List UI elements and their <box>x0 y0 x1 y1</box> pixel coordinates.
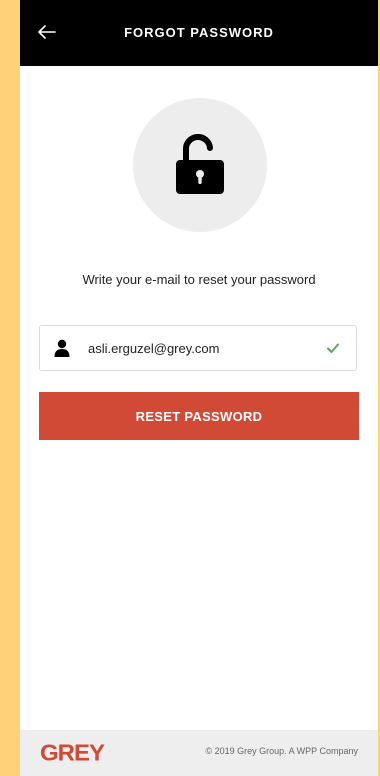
unlocked-padlock-icon <box>176 134 224 194</box>
page-title: FORGOT PASSWORD <box>124 25 274 40</box>
reset-password-button[interactable]: RESET PASSWORD <box>39 392 359 440</box>
email-input[interactable] <box>88 326 318 370</box>
instruction-text: Write your e-mail to reset your password <box>82 272 316 287</box>
app-screen: FORGOT PASSWORD Write your e-mail to res… <box>20 0 378 776</box>
check-icon <box>327 343 339 353</box>
user-icon <box>54 339 70 357</box>
lock-illustration <box>133 98 267 232</box>
copyright-text: © 2019 Grey Group. A WPP Company <box>205 746 358 756</box>
top-bar: FORGOT PASSWORD <box>20 0 378 66</box>
email-field-container <box>39 325 357 371</box>
footer: GREY © 2019 Grey Group. A WPP Company <box>20 730 378 776</box>
grey-logo: GREY <box>40 740 105 767</box>
